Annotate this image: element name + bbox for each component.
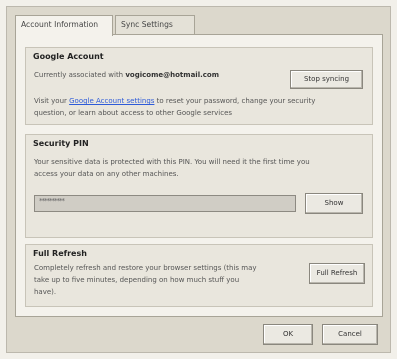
pin-field[interactable]: ********** — [34, 195, 296, 212]
associated-prefix: Currently associated with — [34, 71, 124, 79]
google-account-group: Google Account Currently associated with… — [25, 47, 373, 125]
full-refresh-title: Full Refresh — [33, 249, 87, 258]
security-pin-group: Security PIN Your sensitive data is prot… — [25, 134, 373, 238]
account-email: vogicome@hotmail.com — [125, 71, 220, 79]
tab-account-information[interactable]: Account Information — [15, 15, 113, 36]
security-pin-line-1: Your sensitive data is protected with th… — [34, 158, 310, 166]
full-refresh-group: Full Refresh Completely refresh and rest… — [25, 244, 373, 307]
show-pin-button[interactable]: Show — [305, 193, 363, 214]
full-refresh-button[interactable]: Full Refresh — [309, 263, 365, 284]
security-pin-title: Security PIN — [33, 139, 89, 148]
associated-text: Currently associated with vogicome@hotma… — [34, 69, 219, 81]
full-refresh-line-3: have). — [34, 288, 57, 296]
security-pin-line-2: access your data on any other machines. — [34, 170, 179, 178]
full-refresh-line-1: Completely refresh and restore your brow… — [34, 264, 257, 272]
google-account-title: Google Account — [33, 52, 104, 61]
visit-settings-line-2: question, or learn about access to other… — [34, 109, 233, 117]
tab-sync-settings[interactable]: Sync Settings — [115, 15, 195, 34]
sync-dialog: Account Information Sync Settings Google… — [6, 6, 391, 353]
ok-button[interactable]: OK — [263, 324, 313, 345]
cancel-button[interactable]: Cancel — [322, 324, 378, 345]
google-account-settings-link[interactable]: Google Account settings — [69, 97, 154, 105]
tab-panel: Google Account Currently associated with… — [15, 34, 383, 317]
visit-settings-text: Visit your Google Account settings to re… — [34, 95, 364, 107]
visit-suffix: to reset your password, change your secu… — [154, 97, 316, 105]
visit-prefix: Visit your — [34, 97, 70, 105]
full-refresh-line-2: take up to five minutes, depending on ho… — [34, 276, 240, 284]
stop-syncing-button[interactable]: Stop syncing — [290, 70, 363, 89]
